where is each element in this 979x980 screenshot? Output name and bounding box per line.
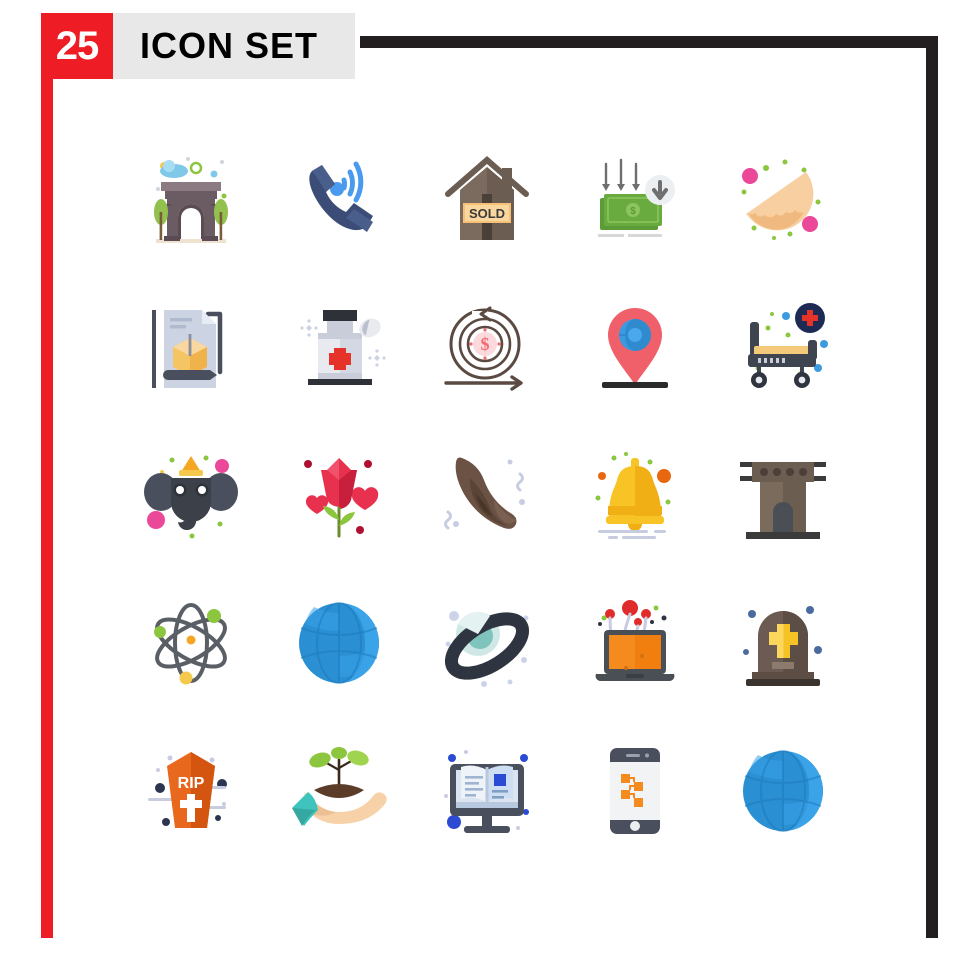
icon-cell-empanada[interactable] — [709, 125, 857, 273]
icon-cell-atom[interactable] — [117, 569, 265, 717]
icon-cell-monitor-book[interactable] — [413, 717, 561, 865]
icon-cell-hand-sprout[interactable] — [265, 717, 413, 865]
icon-cell-laptop-virus[interactable] — [561, 569, 709, 717]
globe-icon — [299, 602, 379, 684]
watchtower-icon — [740, 462, 826, 539]
mobile-sitemap-icon — [610, 748, 660, 834]
svg-text:$: $ — [630, 206, 636, 217]
icon-cell-globe[interactable] — [265, 569, 413, 717]
rose-flower-icon — [304, 458, 379, 538]
package-document-icon — [152, 310, 223, 388]
icon-cell-package-document[interactable] — [117, 273, 265, 421]
icon-cell-bell[interactable] — [561, 421, 709, 569]
gravestone-icon — [743, 606, 822, 686]
arc-de-triomphe-icon — [154, 157, 228, 243]
atom-icon — [154, 603, 227, 685]
page-title: ICON SET — [140, 25, 319, 66]
svg-text:SOLD: SOLD — [469, 206, 505, 221]
monitor-book-icon — [444, 750, 529, 833]
icon-cell-elephant[interactable] — [117, 421, 265, 569]
icon-cell-house-sold[interactable]: SOLD — [413, 125, 561, 273]
planet-ring-icon — [444, 611, 530, 687]
icon-cell-location-globe-pin[interactable] — [561, 273, 709, 421]
globe-icon — [743, 750, 823, 832]
frame-right-line — [926, 36, 938, 938]
svg-text:RIP: RIP — [178, 775, 205, 792]
elephant-icon — [144, 455, 238, 539]
hand-sprout-icon — [292, 747, 387, 826]
rip-coffin-icon: RIP — [148, 752, 227, 828]
icon-cell-hospital-stretcher[interactable] — [709, 273, 857, 421]
location-globe-pin-icon — [602, 308, 668, 388]
icon-cell-gravestone[interactable] — [709, 569, 857, 717]
icon-cell-rip-coffin[interactable]: RIP — [117, 717, 265, 865]
medicine-bottle-icon — [300, 310, 386, 385]
icon-cell-medicine-bottle[interactable] — [265, 273, 413, 421]
icon-cell-mobile-sitemap[interactable] — [561, 717, 709, 865]
icon-set-page: 25 ICON SET SOLD $ $ RIP — [0, 0, 979, 980]
croissant-icon — [444, 457, 525, 530]
svg-text:$: $ — [481, 334, 490, 354]
frame-left-red-line — [41, 13, 53, 938]
frame-top-line — [360, 36, 938, 48]
house-sold-icon: SOLD — [445, 156, 529, 240]
bell-icon — [595, 452, 671, 539]
laptop-virus-icon — [595, 600, 675, 682]
icon-cell-croissant[interactable] — [413, 421, 561, 569]
money-decrease-icon: $ — [598, 158, 675, 237]
icon-cell-money-decrease[interactable]: $ — [561, 125, 709, 273]
icon-count-value: 25 — [55, 24, 99, 68]
icon-count-badge: 25 — [41, 13, 113, 79]
hospital-stretcher-icon — [748, 303, 828, 388]
money-target-cycle-icon: $ — [444, 306, 523, 391]
phone-call-signal-icon — [309, 161, 373, 232]
icon-cell-rose-flower[interactable] — [265, 421, 413, 569]
icon-cell-globe-2[interactable] — [709, 717, 857, 865]
icon-cell-phone-call-signal[interactable] — [265, 125, 413, 273]
icon-cell-money-target-cycle[interactable]: $ — [413, 273, 561, 421]
empanada-icon — [741, 159, 821, 240]
icon-cell-watchtower[interactable] — [709, 421, 857, 569]
icon-cell-arc-de-triomphe[interactable] — [117, 125, 265, 273]
icon-grid: SOLD $ $ RIP — [117, 125, 857, 865]
icon-cell-planet-ring[interactable] — [413, 569, 561, 717]
